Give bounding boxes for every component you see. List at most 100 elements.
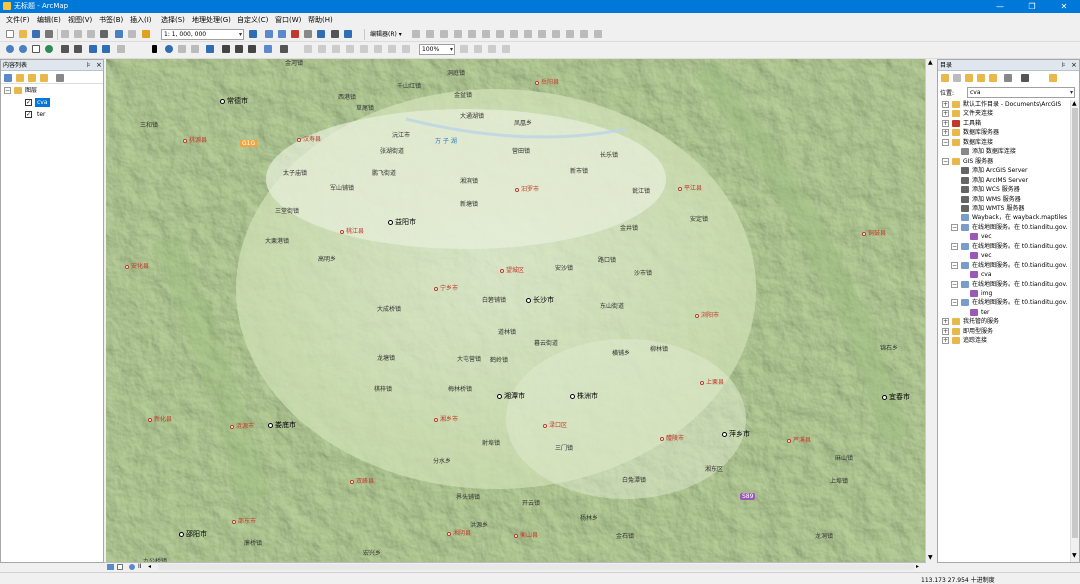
paste-icon[interactable]	[87, 30, 95, 38]
reshape-icon[interactable]	[426, 30, 434, 38]
focus-data-frame-icon[interactable]	[474, 45, 482, 53]
fixed-layout-zoom-out-icon[interactable]	[388, 45, 396, 53]
menu-geoprocessing[interactable]: 地理处理(G)	[192, 15, 231, 25]
catalog-item[interactable]: + 默认工作目录 - Documents\ArcGIS	[938, 100, 1070, 109]
toggle-draft-mode-icon[interactable]	[460, 45, 468, 53]
catalog-item[interactable]: cva	[938, 270, 1070, 279]
add-data-icon[interactable]	[142, 30, 150, 38]
catalog-item[interactable]: − 在线地图服务。在 t0.tianditu.gov.	[938, 280, 1070, 289]
zoom-whole-page-icon[interactable]	[346, 45, 354, 53]
full-extent-icon[interactable]	[45, 45, 53, 53]
previous-layout-extent-icon[interactable]	[402, 45, 410, 53]
expand-icon[interactable]: +	[942, 337, 949, 345]
map-horizontal-scrollbar[interactable]	[158, 564, 914, 570]
midpoint-icon[interactable]	[580, 30, 588, 38]
trace-icon[interactable]	[538, 30, 546, 38]
collapse-icon[interactable]: −	[951, 280, 958, 288]
catalog-item[interactable]: + 我托管的服务	[938, 317, 1070, 326]
menu-customize[interactable]: 自定义(C)	[237, 15, 268, 25]
close-button[interactable]: ✕	[1048, 0, 1080, 13]
straight-segment-icon[interactable]	[552, 30, 560, 38]
catalog-item[interactable]: 添加 数据库连接	[938, 147, 1070, 156]
pan-icon[interactable]	[32, 45, 40, 53]
new-folder-icon[interactable]	[1049, 74, 1057, 82]
delete-icon[interactable]	[100, 30, 108, 38]
expand-icon[interactable]: +	[942, 110, 949, 118]
catalog-item[interactable]: + 追踪连接	[938, 336, 1070, 345]
scroll-left-icon[interactable]: ◂	[148, 563, 151, 570]
menu-selection[interactable]: 选择(S)	[161, 15, 185, 25]
catalog-item[interactable]: 添加 WCS 服务器	[938, 185, 1070, 194]
forward-extent-icon[interactable]	[102, 45, 110, 53]
editor-toolbar-icon[interactable]	[249, 30, 257, 38]
layout-zoom-out-icon[interactable]	[318, 45, 326, 53]
expand-icon[interactable]: +	[942, 119, 949, 127]
scroll-down-icon[interactable]: ▼	[1072, 552, 1077, 559]
back-extent-icon[interactable]	[89, 45, 97, 53]
scroll-thumb[interactable]	[1072, 108, 1078, 538]
toc-close-icon[interactable]: ×	[96, 60, 102, 71]
table-of-contents-icon[interactable]	[265, 30, 273, 38]
rotate-icon[interactable]	[468, 30, 476, 38]
search-window-icon[interactable]	[291, 30, 299, 38]
layer-visibility-checkbox[interactable]: ✓	[25, 111, 32, 118]
model-builder-icon[interactable]	[331, 30, 339, 38]
map-scale-select[interactable]: 1: 1, 000, 000 ▾	[161, 29, 244, 40]
layout-zoom-select[interactable]: 100% ▾	[419, 44, 455, 55]
create-viewer-icon[interactable]	[280, 45, 288, 53]
catalog-item[interactable]: + 工具箱	[938, 119, 1070, 128]
editor-menu[interactable]: 编辑器(R) ▾	[370, 30, 402, 39]
undo-icon[interactable]	[115, 30, 123, 38]
catalog-close-icon[interactable]: ×	[1071, 60, 1077, 71]
copy-icon[interactable]	[74, 30, 82, 38]
change-layout-icon[interactable]	[488, 45, 496, 53]
html-popup-icon[interactable]	[191, 45, 199, 53]
catalog-pin-icon[interactable]: ⊧	[1062, 60, 1066, 71]
catalog-item[interactable]: − GIS 服务器	[938, 157, 1070, 166]
list-by-source-icon[interactable]	[16, 74, 24, 82]
catalog-item[interactable]: − 在线地图服务。在 t0.tianditu.gov.	[938, 298, 1070, 307]
catalog-item[interactable]: + 即用型服务	[938, 327, 1070, 336]
catalog-item[interactable]: 添加 WMS 服务器	[938, 195, 1070, 204]
arctoolbox-icon[interactable]	[304, 30, 312, 38]
layout-view-icon[interactable]	[117, 564, 123, 570]
catalog-item[interactable]: − 在线地图服务。在 t0.tianditu.gov.	[938, 223, 1070, 232]
menu-edit[interactable]: 编辑(E)	[37, 15, 61, 25]
editor-options-icon[interactable]	[594, 30, 602, 38]
measure-icon[interactable]	[248, 45, 256, 53]
view-options-icon[interactable]	[1021, 74, 1029, 82]
minimize-button[interactable]: —	[984, 0, 1016, 13]
expand-icon[interactable]: +	[942, 101, 949, 108]
collapse-icon[interactable]: −	[4, 87, 11, 94]
menu-insert[interactable]: 插入(I)	[130, 15, 152, 25]
select-pointer-icon[interactable]	[152, 45, 157, 53]
menu-windows[interactable]: 窗口(W)	[275, 15, 301, 25]
menu-file[interactable]: 文件(F)	[6, 15, 30, 25]
attributes-icon[interactable]	[482, 30, 490, 38]
topology-icon[interactable]	[524, 30, 532, 38]
zoom-100-icon[interactable]	[360, 45, 368, 53]
collapse-icon[interactable]: −	[951, 261, 958, 269]
cut-icon[interactable]	[61, 30, 69, 38]
menu-bookmarks[interactable]: 书签(B)	[99, 15, 123, 25]
menu-view[interactable]: 视图(V)	[68, 15, 92, 25]
select-elements-icon[interactable]	[117, 45, 125, 53]
list-by-visibility-icon[interactable]	[28, 74, 36, 82]
up-folder-icon[interactable]	[965, 74, 973, 82]
catalog-item[interactable]: vec	[938, 251, 1070, 260]
map-vertical-scrollbar[interactable]: ▲ ▼	[925, 59, 935, 562]
scroll-down-icon[interactable]: ▼	[928, 554, 933, 561]
list-by-drawing-order-icon[interactable]	[4, 74, 12, 82]
identify-icon[interactable]	[165, 45, 173, 53]
print-icon[interactable]	[45, 30, 53, 38]
back-arrow-icon[interactable]	[941, 74, 949, 82]
binoculars-icon[interactable]	[222, 45, 230, 53]
new-document-icon[interactable]	[6, 30, 14, 38]
catalog-item[interactable]: + 文件夹连接	[938, 109, 1070, 118]
find-icon[interactable]	[206, 45, 214, 53]
redo-icon[interactable]	[128, 30, 136, 38]
catalog-item[interactable]: 添加 ArcIMS Server	[938, 176, 1070, 185]
catalog-item[interactable]: Wayback，在 wayback.maptiles	[938, 213, 1070, 222]
layout-zoom-in-icon[interactable]	[304, 45, 312, 53]
layout-pan-icon[interactable]	[332, 45, 340, 53]
